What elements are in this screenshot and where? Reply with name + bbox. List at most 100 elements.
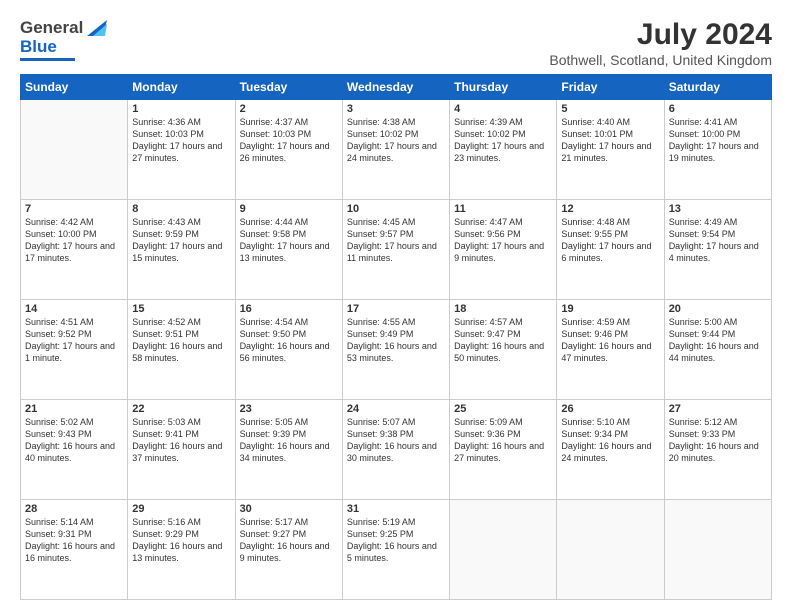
header-friday: Friday [557,75,664,100]
calendar-cell: 4Sunrise: 4:39 AMSunset: 10:02 PMDayligh… [450,100,557,200]
calendar-cell: 8Sunrise: 4:43 AMSunset: 9:59 PMDaylight… [128,200,235,300]
day-number: 1 [132,103,230,115]
day-info: Sunrise: 4:45 AMSunset: 9:57 PMDaylight:… [347,216,445,265]
day-number: 24 [347,403,445,415]
calendar-cell: 16Sunrise: 4:54 AMSunset: 9:50 PMDayligh… [235,300,342,400]
calendar-week-row-1: 7Sunrise: 4:42 AMSunset: 10:00 PMDayligh… [21,200,772,300]
day-number: 5 [561,103,659,115]
day-info: Sunrise: 5:09 AMSunset: 9:36 PMDaylight:… [454,416,552,465]
day-info: Sunrise: 5:10 AMSunset: 9:34 PMDaylight:… [561,416,659,465]
day-number: 22 [132,403,230,415]
logo: General Blue [20,18,107,61]
calendar-week-row-3: 21Sunrise: 5:02 AMSunset: 9:43 PMDayligh… [21,400,772,500]
day-info: Sunrise: 4:44 AMSunset: 9:58 PMDaylight:… [240,216,338,265]
calendar-cell: 27Sunrise: 5:12 AMSunset: 9:33 PMDayligh… [664,400,771,500]
header-wednesday: Wednesday [342,75,449,100]
logo-wing-icon [85,18,107,38]
calendar-cell: 20Sunrise: 5:00 AMSunset: 9:44 PMDayligh… [664,300,771,400]
calendar-cell: 7Sunrise: 4:42 AMSunset: 10:00 PMDayligh… [21,200,128,300]
day-info: Sunrise: 4:59 AMSunset: 9:46 PMDaylight:… [561,316,659,365]
calendar-cell: 1Sunrise: 4:36 AMSunset: 10:03 PMDayligh… [128,100,235,200]
calendar-cell: 24Sunrise: 5:07 AMSunset: 9:38 PMDayligh… [342,400,449,500]
day-number: 25 [454,403,552,415]
calendar-cell: 3Sunrise: 4:38 AMSunset: 10:02 PMDayligh… [342,100,449,200]
logo-blue-text: Blue [20,38,57,57]
day-info: Sunrise: 5:02 AMSunset: 9:43 PMDaylight:… [25,416,123,465]
calendar-cell: 15Sunrise: 4:52 AMSunset: 9:51 PMDayligh… [128,300,235,400]
calendar-cell [557,500,664,600]
calendar-cell: 23Sunrise: 5:05 AMSunset: 9:39 PMDayligh… [235,400,342,500]
day-info: Sunrise: 4:37 AMSunset: 10:03 PMDaylight… [240,116,338,165]
calendar-cell: 19Sunrise: 4:59 AMSunset: 9:46 PMDayligh… [557,300,664,400]
calendar-week-row-2: 14Sunrise: 4:51 AMSunset: 9:52 PMDayligh… [21,300,772,400]
header: General Blue July 2024 Bothwell, Scotlan… [20,18,772,68]
day-info: Sunrise: 5:03 AMSunset: 9:41 PMDaylight:… [132,416,230,465]
day-info: Sunrise: 4:49 AMSunset: 9:54 PMDaylight:… [669,216,767,265]
day-number: 11 [454,203,552,215]
day-info: Sunrise: 4:36 AMSunset: 10:03 PMDaylight… [132,116,230,165]
header-monday: Monday [128,75,235,100]
day-info: Sunrise: 5:00 AMSunset: 9:44 PMDaylight:… [669,316,767,365]
calendar-header-row: Sunday Monday Tuesday Wednesday Thursday… [21,75,772,100]
day-number: 21 [25,403,123,415]
day-number: 18 [454,303,552,315]
day-number: 14 [25,303,123,315]
calendar-cell: 30Sunrise: 5:17 AMSunset: 9:27 PMDayligh… [235,500,342,600]
logo-underline [20,58,75,61]
day-info: Sunrise: 4:42 AMSunset: 10:00 PMDaylight… [25,216,123,265]
day-number: 19 [561,303,659,315]
day-number: 27 [669,403,767,415]
day-number: 10 [347,203,445,215]
calendar-cell: 18Sunrise: 4:57 AMSunset: 9:47 PMDayligh… [450,300,557,400]
day-info: Sunrise: 4:43 AMSunset: 9:59 PMDaylight:… [132,216,230,265]
day-number: 23 [240,403,338,415]
day-number: 8 [132,203,230,215]
day-info: Sunrise: 4:48 AMSunset: 9:55 PMDaylight:… [561,216,659,265]
calendar-cell [21,100,128,200]
day-info: Sunrise: 4:38 AMSunset: 10:02 PMDaylight… [347,116,445,165]
day-number: 16 [240,303,338,315]
calendar-cell: 12Sunrise: 4:48 AMSunset: 9:55 PMDayligh… [557,200,664,300]
day-info: Sunrise: 4:51 AMSunset: 9:52 PMDaylight:… [25,316,123,365]
logo-general-text: General [20,19,83,38]
day-number: 17 [347,303,445,315]
day-number: 6 [669,103,767,115]
day-number: 31 [347,503,445,515]
calendar-week-row-4: 28Sunrise: 5:14 AMSunset: 9:31 PMDayligh… [21,500,772,600]
calendar-cell: 9Sunrise: 4:44 AMSunset: 9:58 PMDaylight… [235,200,342,300]
day-info: Sunrise: 4:41 AMSunset: 10:00 PMDaylight… [669,116,767,165]
title-block: July 2024 Bothwell, Scotland, United Kin… [549,18,772,68]
calendar-cell: 14Sunrise: 4:51 AMSunset: 9:52 PMDayligh… [21,300,128,400]
day-info: Sunrise: 4:57 AMSunset: 9:47 PMDaylight:… [454,316,552,365]
day-number: 26 [561,403,659,415]
day-number: 12 [561,203,659,215]
calendar-cell: 31Sunrise: 5:19 AMSunset: 9:25 PMDayligh… [342,500,449,600]
calendar-cell: 28Sunrise: 5:14 AMSunset: 9:31 PMDayligh… [21,500,128,600]
location-title: Bothwell, Scotland, United Kingdom [549,52,772,68]
day-info: Sunrise: 5:07 AMSunset: 9:38 PMDaylight:… [347,416,445,465]
day-info: Sunrise: 5:05 AMSunset: 9:39 PMDaylight:… [240,416,338,465]
calendar-cell: 22Sunrise: 5:03 AMSunset: 9:41 PMDayligh… [128,400,235,500]
day-number: 7 [25,203,123,215]
day-info: Sunrise: 4:52 AMSunset: 9:51 PMDaylight:… [132,316,230,365]
day-info: Sunrise: 4:54 AMSunset: 9:50 PMDaylight:… [240,316,338,365]
day-info: Sunrise: 5:14 AMSunset: 9:31 PMDaylight:… [25,516,123,565]
calendar-table: Sunday Monday Tuesday Wednesday Thursday… [20,74,772,600]
day-number: 2 [240,103,338,115]
day-number: 29 [132,503,230,515]
calendar-cell: 10Sunrise: 4:45 AMSunset: 9:57 PMDayligh… [342,200,449,300]
day-info: Sunrise: 4:55 AMSunset: 9:49 PMDaylight:… [347,316,445,365]
calendar-cell: 25Sunrise: 5:09 AMSunset: 9:36 PMDayligh… [450,400,557,500]
day-number: 13 [669,203,767,215]
day-info: Sunrise: 4:40 AMSunset: 10:01 PMDaylight… [561,116,659,165]
calendar-cell: 11Sunrise: 4:47 AMSunset: 9:56 PMDayligh… [450,200,557,300]
day-info: Sunrise: 5:16 AMSunset: 9:29 PMDaylight:… [132,516,230,565]
day-number: 4 [454,103,552,115]
calendar-cell: 5Sunrise: 4:40 AMSunset: 10:01 PMDayligh… [557,100,664,200]
logo-blue-row: Blue [20,38,107,57]
day-info: Sunrise: 5:19 AMSunset: 9:25 PMDaylight:… [347,516,445,565]
day-number: 15 [132,303,230,315]
calendar-cell: 21Sunrise: 5:02 AMSunset: 9:43 PMDayligh… [21,400,128,500]
day-number: 28 [25,503,123,515]
calendar-cell: 2Sunrise: 4:37 AMSunset: 10:03 PMDayligh… [235,100,342,200]
